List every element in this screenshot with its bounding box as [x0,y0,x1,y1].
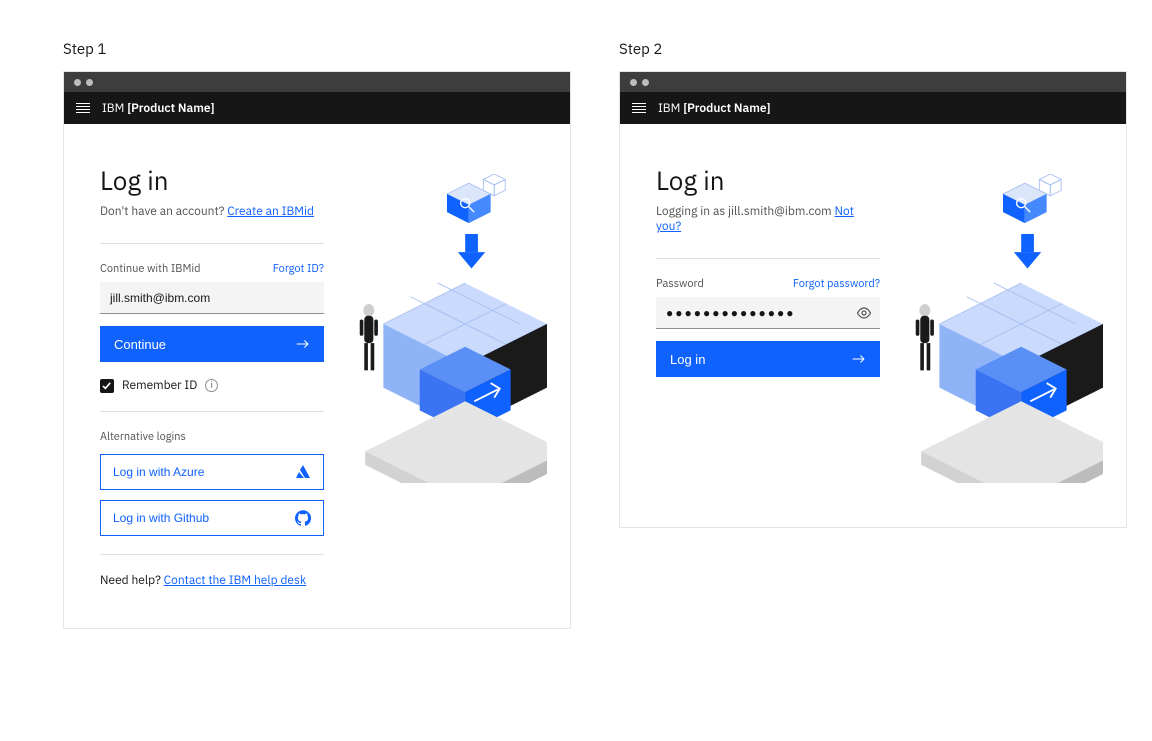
page-title: Log in [656,164,880,198]
ibmid-input[interactable] [100,282,324,314]
app-window-step2: IBM [Product Name] Log in Logging in as … [619,71,1127,528]
divider [100,411,324,412]
github-icon [295,510,311,526]
arrow-right-icon [852,353,866,365]
product-topbar: IBM [Product Name] [64,92,570,124]
product-brand: IBM [Product Name] [102,101,215,116]
signup-subline: Don't have an account? Create an IBMid [100,204,324,219]
menu-icon[interactable] [632,103,646,113]
password-input[interactable] [656,297,880,329]
window-dot-icon [630,79,637,86]
azure-icon [295,464,311,480]
product-brand: IBM [Product Name] [658,101,771,116]
continue-button[interactable]: Continue [100,326,324,362]
menu-icon[interactable] [76,103,90,113]
create-ibmid-link[interactable]: Create an IBMid [227,204,314,219]
arrow-right-icon [296,338,310,350]
login-azure-button[interactable]: Log in with Azure [100,454,324,490]
login-button[interactable]: Log in [656,341,880,377]
divider [100,243,324,244]
logging-in-subline: Logging in as jill.smith@ibm.com Not you… [656,204,880,234]
window-dot-icon [86,79,93,86]
forgot-password-link[interactable]: Forgot password? [793,277,880,291]
page-title: Log in [100,164,324,198]
help-line: Need help? Contact the IBM help desk [100,573,324,588]
illustration [324,164,570,588]
alt-logins-heading: Alternative logins [100,430,186,444]
info-icon[interactable]: i [205,379,218,392]
forgot-id-link[interactable]: Forgot ID? [273,262,324,276]
step1-label: Step 1 [63,40,571,59]
step2-label: Step 2 [619,40,1139,59]
login-github-button[interactable]: Log in with Github [100,500,324,536]
remember-id-label: Remember ID [122,378,197,393]
remember-id-checkbox[interactable] [100,379,114,393]
eye-icon [856,307,872,319]
illustration [880,164,1126,487]
divider [656,258,880,259]
app-window-step1: IBM [Product Name] Log in Don't have an … [63,71,571,629]
window-titlebar [620,72,1126,92]
product-topbar: IBM [Product Name] [620,92,1126,124]
window-dot-icon [642,79,649,86]
toggle-password-visibility-button[interactable] [854,303,874,323]
window-dot-icon [74,79,81,86]
window-titlebar [64,72,570,92]
divider [100,554,324,555]
password-field-label: Password [656,277,704,291]
ibmid-field-label: Continue with IBMid [100,262,201,276]
help-desk-link[interactable]: Contact the IBM help desk [164,573,307,588]
